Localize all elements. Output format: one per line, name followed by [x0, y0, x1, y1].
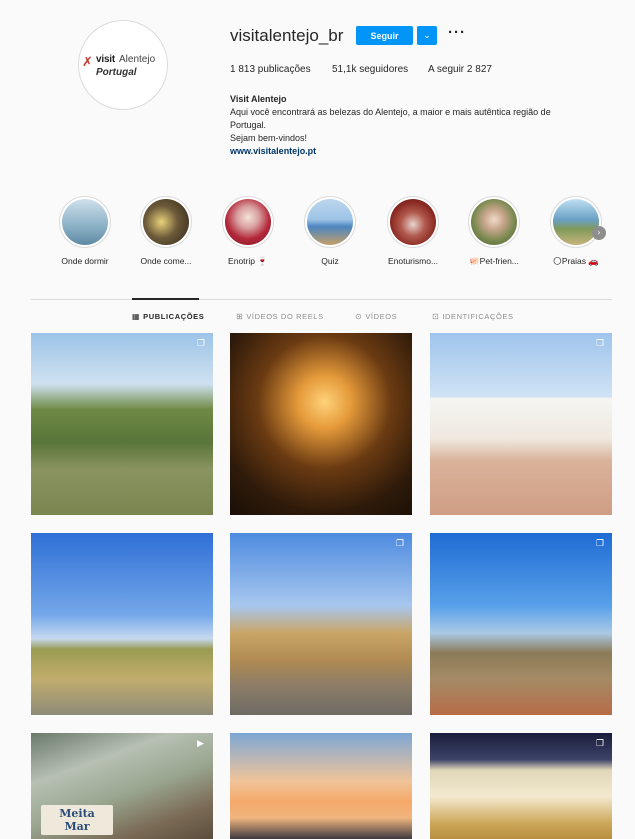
- reel-overlay-text: Meita Mar: [41, 805, 113, 835]
- carousel-icon: ❐: [197, 339, 206, 349]
- bio-website-link[interactable]: www.visitalentejo.pt: [230, 145, 600, 158]
- tabs-divider: [31, 299, 612, 300]
- following-count[interactable]: A seguir 2 827: [428, 64, 492, 75]
- reels-icon: ⊞: [236, 312, 244, 321]
- post-tile[interactable]: ❐: [430, 733, 612, 839]
- reel-play-icon: ▶: [197, 739, 204, 749]
- tab-label: IDENTIFICAÇÕES: [442, 312, 514, 321]
- highlight-item[interactable]: Onde dormir: [52, 196, 118, 266]
- video-icon: ⊙: [355, 312, 363, 321]
- highlight-cover: [390, 199, 436, 245]
- highlight-item[interactable]: Quiz: [297, 196, 363, 266]
- bio-line: Portugal.: [230, 120, 267, 130]
- highlight-item[interactable]: 🐖Pet-frien...: [461, 196, 527, 267]
- post-tile[interactable]: ❐: [230, 533, 412, 715]
- carousel-icon: ❐: [396, 539, 405, 549]
- profile-bio: Visit Alentejo Aqui você encontrará as b…: [230, 93, 600, 158]
- suggested-accounts-button[interactable]: ⌄: [417, 26, 437, 45]
- highlight-cover: [143, 199, 189, 245]
- post-tile[interactable]: [230, 333, 412, 515]
- story-highlights: Onde dormir Onde come... Enotrip 🍷 Quiz …: [0, 196, 635, 276]
- visit-alentejo-logo-icon: ✗: [82, 54, 93, 69]
- highlight-label: Onde dormir: [61, 256, 109, 266]
- post-tile[interactable]: ❐: [31, 333, 213, 515]
- profile-header: ✗ visit Alentejo Portugal visitalentejo_…: [0, 0, 635, 190]
- highlight-cover: [225, 199, 271, 245]
- follow-button[interactable]: Seguir: [356, 26, 413, 45]
- logo-text-portugal: Portugal: [96, 67, 137, 78]
- grid-icon: ▦: [132, 312, 141, 321]
- tab-identificacoes[interactable]: ⊡ IDENTIFICAÇÕES: [432, 312, 514, 321]
- highlight-cover: [62, 199, 108, 245]
- more-options-icon[interactable]: ···: [448, 24, 466, 41]
- logo-text-alentejo: Alentejo: [119, 54, 156, 65]
- profile-avatar[interactable]: ✗ visit Alentejo Portugal: [78, 20, 168, 110]
- highlight-label: 🐖Pet-frien...: [469, 256, 519, 266]
- tab-label: VÍDEOS: [365, 312, 398, 321]
- highlight-label: Onde come...: [140, 256, 192, 266]
- highlight-label: Quiz: [321, 256, 339, 266]
- post-tile[interactable]: ❐: [430, 333, 612, 515]
- carousel-icon: ❐: [596, 339, 605, 349]
- highlight-cover: [307, 199, 353, 245]
- tab-label: VÍDEOS DO REELS: [246, 312, 324, 321]
- posts-count: 1 813 publicações: [230, 64, 311, 75]
- chevron-down-icon: ⌄: [423, 30, 431, 41]
- highlight-label: Enoturismo...: [387, 256, 439, 266]
- highlight-item[interactable]: Enoturismo...: [380, 196, 446, 266]
- post-tile[interactable]: ▶ ◎ Meita Mar: [31, 733, 213, 839]
- highlight-cover: [471, 199, 517, 245]
- highlight-item[interactable]: Enotrip 🍷: [215, 196, 281, 267]
- highlight-label: Enotrip 🍷: [228, 256, 268, 266]
- bio-line: Aqui você encontrará as belezas do Alent…: [230, 107, 551, 117]
- post-tile[interactable]: [230, 733, 412, 839]
- next-highlights-arrow-icon[interactable]: ›: [592, 226, 606, 240]
- tab-publicacoes[interactable]: ▦ PUBLICAÇÕES: [132, 312, 204, 321]
- logo-text-visit: visit: [96, 54, 116, 65]
- tag-icon: ⊡: [432, 312, 440, 321]
- tab-label: PUBLICAÇÕES: [143, 312, 205, 321]
- tab-videos-do-reels[interactable]: ⊞ VÍDEOS DO REELS: [236, 312, 324, 321]
- carousel-icon: ❐: [596, 739, 605, 749]
- tab-videos[interactable]: ⊙ VÍDEOS: [355, 312, 397, 321]
- highlight-cover: [553, 199, 599, 245]
- bio-line: Sejam bem-vindos!: [230, 133, 308, 143]
- active-tab-indicator: [132, 298, 199, 300]
- post-tile[interactable]: [31, 533, 213, 715]
- profile-username: visitalentejo_br: [230, 26, 344, 45]
- carousel-icon: ❐: [596, 539, 605, 549]
- followers-count[interactable]: 51,1k seguidores: [332, 64, 408, 75]
- highlight-item[interactable]: Onde come...: [133, 196, 199, 266]
- profile-display-name: Visit Alentejo: [230, 94, 287, 104]
- post-tile[interactable]: ❐: [430, 533, 612, 715]
- highlight-label: 🌕Praias 🚗: [553, 256, 599, 266]
